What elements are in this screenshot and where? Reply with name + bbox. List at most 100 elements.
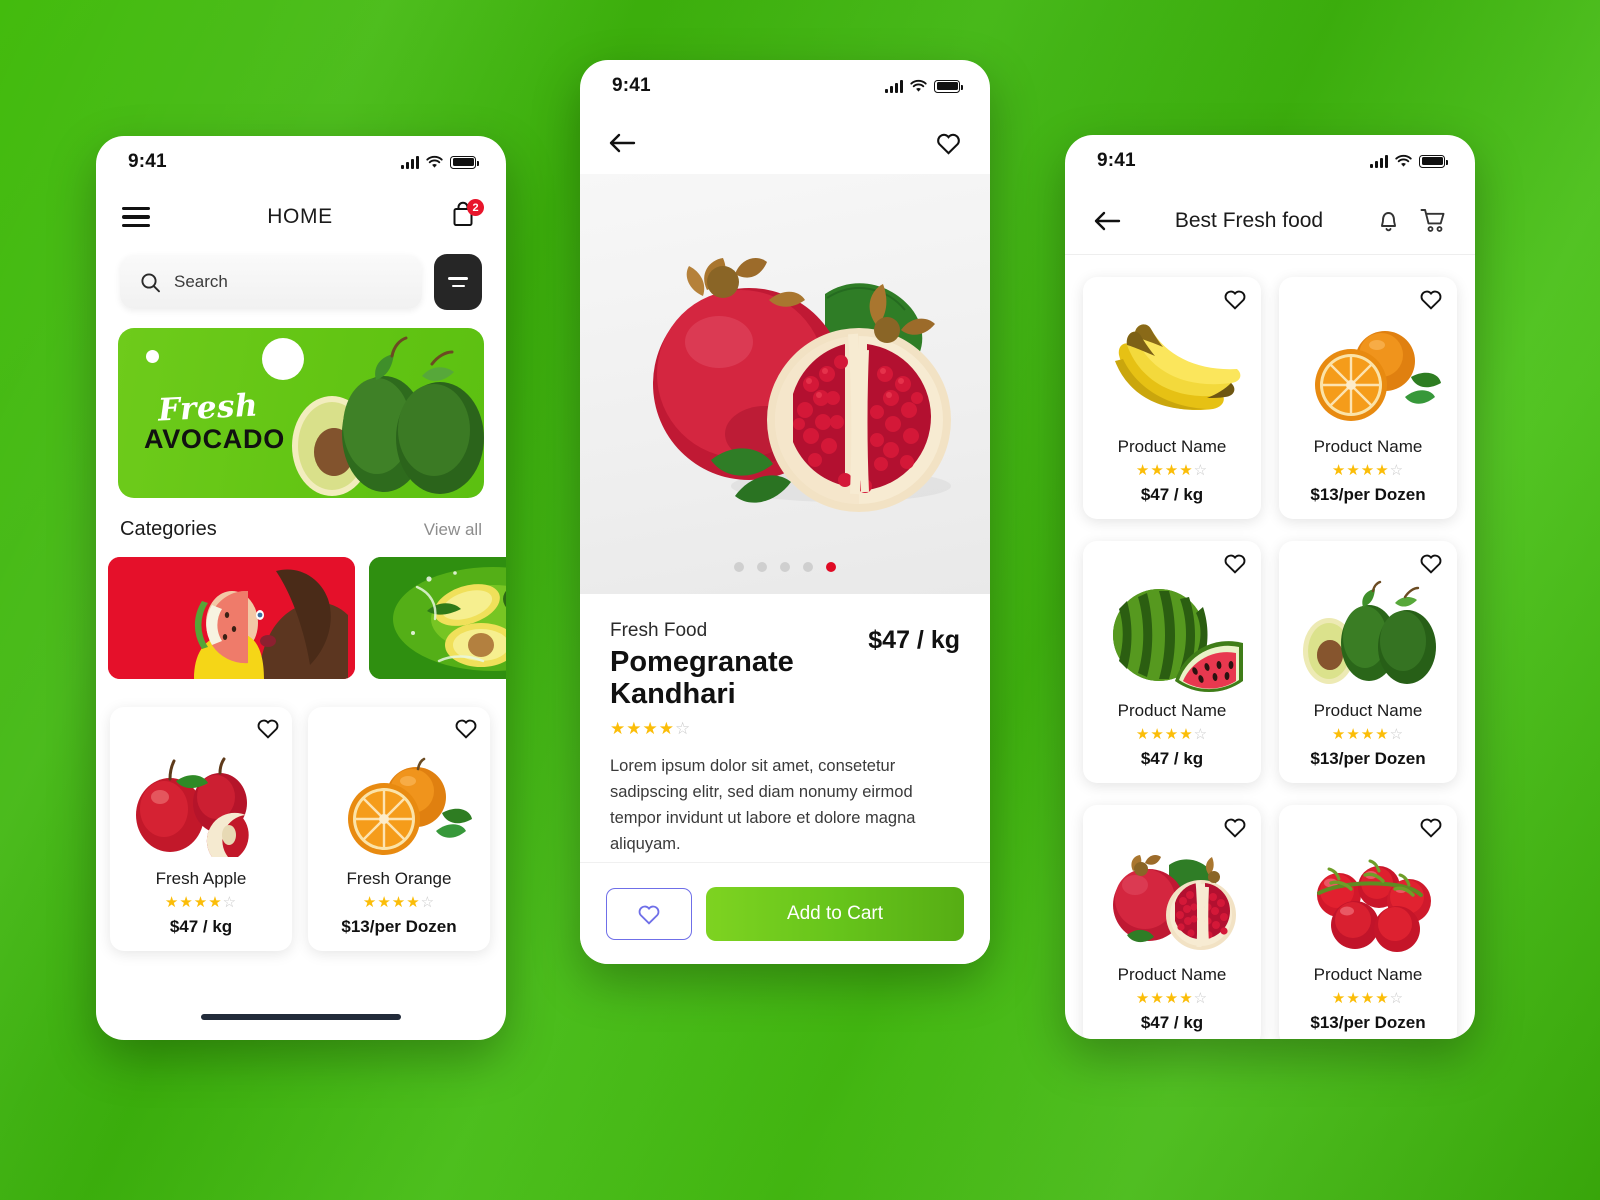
shopping-cart-icon[interactable] — [1420, 208, 1447, 233]
carousel-dot[interactable] — [780, 562, 790, 572]
status-bar: 9:41 — [1065, 135, 1475, 187]
carousel-dot[interactable] — [803, 562, 813, 572]
product-name: Product Name — [1117, 437, 1227, 456]
categories-header: Categories View all — [96, 498, 506, 541]
banner-dot-small — [146, 350, 159, 363]
pomegranate-image — [653, 258, 951, 512]
oranges-image — [1289, 309, 1447, 425]
product-name: Product Name — [1313, 701, 1423, 720]
carousel-dots[interactable] — [734, 562, 836, 572]
product-card[interactable]: Product Name ★★★★☆ $13/per Dozen — [1279, 805, 1457, 1039]
carousel-dot[interactable] — [757, 562, 767, 572]
filter-button[interactable] — [434, 254, 482, 310]
product-name: Product Name — [1117, 965, 1227, 984]
banner-script-text: Fresh — [157, 387, 259, 429]
avocado-image — [292, 336, 484, 496]
status-time: 9:41 — [128, 151, 167, 172]
promo-banner[interactable]: Fresh AVOCADO — [118, 328, 484, 498]
carousel-dot[interactable] — [734, 562, 744, 572]
product-details: Fresh Food Pomegranate Kandhari $47 / kg… — [580, 594, 990, 857]
phone-detail-screen: 9:41 Fresh Food Pomegranate Kandhari $47… — [580, 60, 990, 964]
status-bar: 9:41 — [96, 136, 506, 188]
product-rating: ★★★★☆ — [362, 894, 436, 911]
product-price: $47 / kg — [868, 626, 960, 654]
product-title: Pomegranate Kandhari — [610, 646, 794, 711]
product-card[interactable]: Fresh Orange ★★★★☆ $13/per Dozen — [308, 707, 490, 951]
status-time: 9:41 — [612, 75, 651, 96]
shopping-bag-button[interactable]: 2 — [450, 199, 484, 233]
status-icons — [401, 155, 479, 169]
cart-badge: 2 — [467, 199, 484, 216]
signal-icon — [1370, 154, 1388, 168]
product-rating: ★★★★☆ — [610, 718, 692, 738]
product-name: Fresh Orange — [346, 869, 452, 888]
back-arrow-icon[interactable] — [608, 132, 636, 154]
battery-icon — [1419, 154, 1448, 168]
oranges-image — [318, 739, 480, 857]
carousel-dot-active[interactable] — [826, 562, 836, 572]
bell-icon[interactable] — [1377, 208, 1400, 233]
product-rating: ★★★★☆ — [1331, 726, 1405, 743]
product-description: Lorem ipsum dolor sit amet, consetetur s… — [610, 756, 916, 854]
product-name: Product Name — [1313, 965, 1423, 984]
product-grid: Product Name ★★★★☆ $47 / kg Product Name… — [1065, 255, 1475, 1039]
product-card[interactable]: Product Name ★★★★☆ $47 / kg — [1083, 277, 1261, 519]
favorite-button[interactable] — [606, 887, 692, 940]
favorite-heart-icon[interactable] — [454, 717, 478, 739]
home-indicator — [201, 1014, 401, 1020]
category-card-avocado[interactable] — [369, 557, 506, 679]
signal-icon — [885, 79, 903, 93]
wifi-icon — [910, 79, 927, 93]
status-icons — [1370, 154, 1448, 168]
home-app-bar: HOME 2 — [96, 188, 506, 246]
status-time: 9:41 — [1097, 150, 1136, 171]
phone-list-screen: 9:41 Best Fresh food Product Name ★★★★☆ … — [1065, 135, 1475, 1039]
add-to-cart-button[interactable]: Add to Cart — [706, 886, 964, 941]
favorite-heart-icon[interactable] — [1223, 288, 1247, 310]
product-name: Fresh Apple — [155, 869, 247, 888]
favorite-heart-icon[interactable] — [1419, 816, 1443, 838]
avocado-splash-image — [369, 557, 506, 679]
battery-icon — [450, 155, 479, 169]
search-placeholder: Search — [174, 272, 228, 291]
product-rating: ★★★★☆ — [1331, 990, 1405, 1007]
product-card[interactable]: Product Name ★★★★☆ $47 / kg — [1083, 805, 1261, 1039]
favorite-heart-icon[interactable] — [935, 131, 962, 155]
watermelon-woman-image — [108, 557, 355, 679]
favorite-heart-icon[interactable] — [256, 717, 280, 739]
product-card[interactable]: Product Name ★★★★☆ $13/per Dozen — [1279, 277, 1457, 519]
phone-home-screen: 9:41 HOME 2 Search Fresh AVOCADO Categor… — [96, 136, 506, 1040]
view-all-link[interactable]: View all — [424, 520, 482, 540]
heart-outline-icon — [637, 903, 661, 925]
product-card[interactable]: Fresh Apple ★★★★☆ $47 / kg — [110, 707, 292, 951]
banner-text: Fresh AVOCADO — [144, 387, 285, 455]
status-bar: 9:41 — [580, 60, 990, 112]
favorite-heart-icon[interactable] — [1223, 816, 1247, 838]
product-card[interactable]: Product Name ★★★★☆ $47 / kg — [1083, 541, 1261, 783]
list-app-bar: Best Fresh food — [1065, 187, 1475, 255]
products-row: Fresh Apple ★★★★☆ $47 / kg Fresh Orange … — [96, 679, 506, 951]
product-card[interactable]: Product Name ★★★★☆ $13/per Dozen — [1279, 541, 1457, 783]
product-price: $13/per Dozen — [1310, 749, 1426, 768]
product-price: $47 / kg — [1140, 749, 1204, 768]
product-price: $47 / kg — [169, 917, 233, 936]
bananas-image — [1093, 309, 1251, 425]
product-rating: ★★★★☆ — [1135, 462, 1209, 479]
product-price: $47 / kg — [1140, 1013, 1204, 1032]
favorite-heart-icon[interactable] — [1419, 288, 1443, 310]
categories-row — [96, 541, 506, 679]
favorite-heart-icon[interactable] — [1223, 552, 1247, 574]
category-card-watermelon[interactable] — [108, 557, 355, 679]
page-title: Best Fresh food — [1174, 208, 1324, 232]
detail-app-bar — [580, 112, 990, 174]
banner-title: AVOCADO — [144, 424, 285, 454]
status-icons — [885, 79, 963, 93]
detail-top-row: Fresh Food Pomegranate Kandhari $47 / kg — [610, 620, 960, 711]
hamburger-menu-icon[interactable] — [122, 202, 150, 232]
back-arrow-icon[interactable] — [1093, 210, 1121, 232]
product-rating: ★★★★☆ — [164, 894, 238, 911]
apples-image — [120, 739, 282, 857]
search-input[interactable]: Search — [120, 255, 422, 309]
favorite-heart-icon[interactable] — [1419, 552, 1443, 574]
product-hero-carousel[interactable] — [580, 174, 990, 594]
